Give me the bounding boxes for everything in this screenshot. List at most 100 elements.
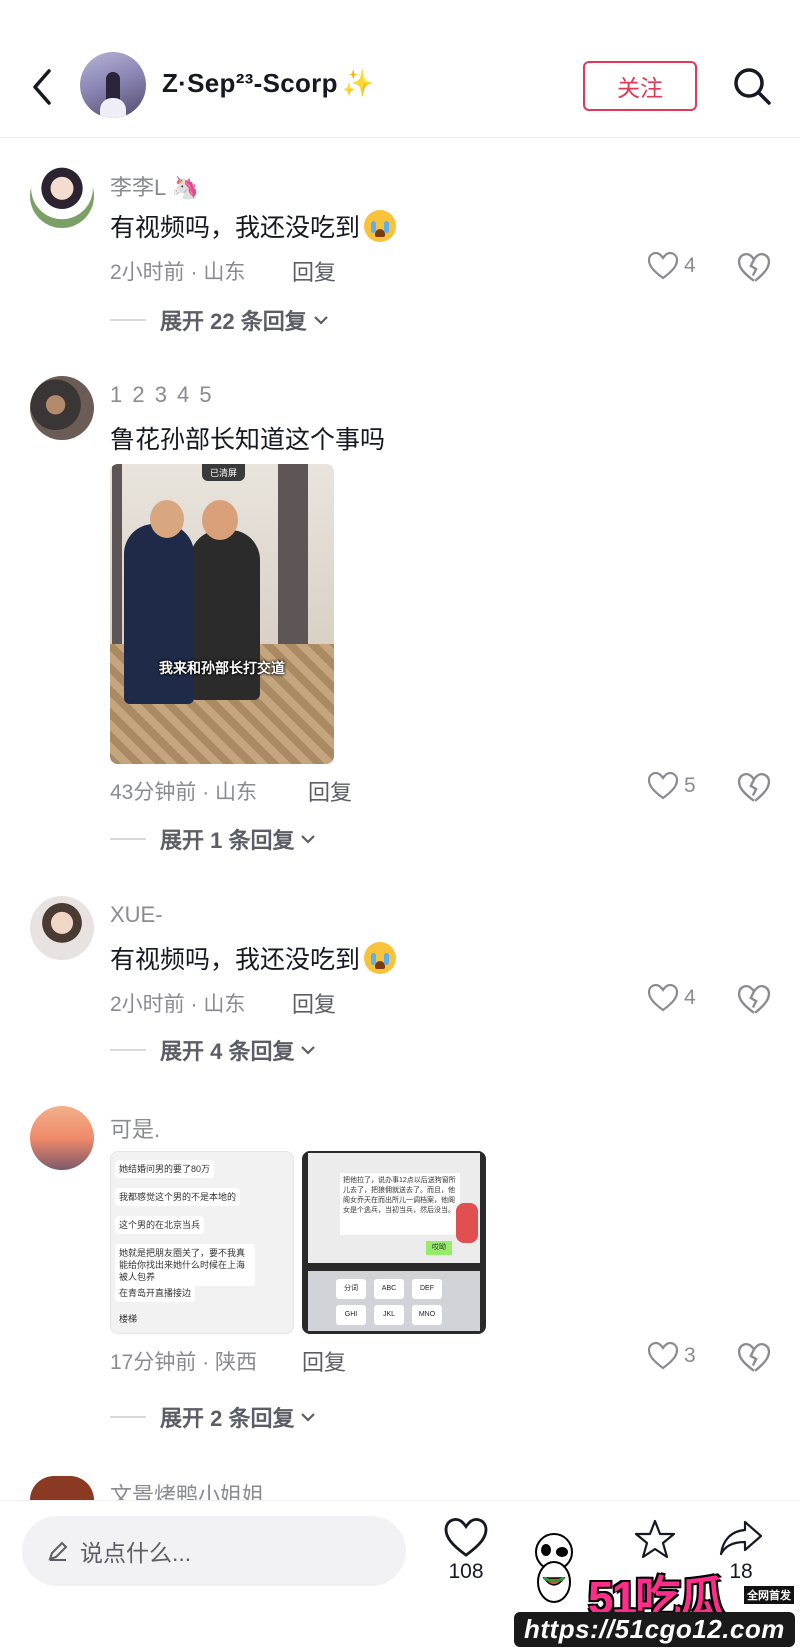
commenter-avatar[interactable] xyxy=(30,376,94,440)
comment-input-placeholder: 说点什么... xyxy=(80,1540,192,1566)
photo-caption: 我来和孙部长打交道 xyxy=(159,660,285,676)
comment-text-content: 有视频吗，我还没吃到 xyxy=(110,946,361,974)
expand-replies-label: 展开 1 条回复 xyxy=(160,828,295,853)
chevron-down-icon xyxy=(313,316,328,325)
like-button[interactable]: 5 xyxy=(648,772,696,800)
broken-heart-icon[interactable] xyxy=(738,772,770,804)
divider xyxy=(110,1049,146,1051)
comment-text: 鲁花孙部长知道这个事吗 xyxy=(110,426,386,454)
chat-message: 她结婚问男的要了80万 xyxy=(115,1160,215,1178)
divider xyxy=(110,838,146,840)
chevron-down-icon xyxy=(301,1413,316,1422)
divider xyxy=(110,1416,146,1418)
comment-meta: 17分钟前 · 陕西 xyxy=(110,1351,258,1374)
comment-meta: 2小时前 · 山东 xyxy=(110,993,246,1016)
keyboard-key: 分词 xyxy=(336,1279,366,1299)
like-button[interactable]: 4 xyxy=(648,984,696,1012)
heart-icon xyxy=(648,984,678,1012)
redaction-mark xyxy=(456,1203,478,1243)
expand-replies-label: 展开 4 条回复 xyxy=(160,1039,295,1064)
pencil-icon xyxy=(48,1541,68,1561)
heart-icon xyxy=(648,772,678,800)
search-button[interactable] xyxy=(730,64,774,108)
chevron-left-icon xyxy=(33,69,51,105)
like-button[interactable]: 4 xyxy=(648,252,696,280)
chat-message: 她就是把朋友圈关了，要不我真能给你找出来她什么时候在上海被人包养 xyxy=(115,1244,255,1286)
reply-button[interactable]: 回复 xyxy=(302,1345,346,1377)
heart-icon xyxy=(648,252,678,280)
broken-heart-icon[interactable] xyxy=(738,984,770,1016)
avatar-figure-dress xyxy=(100,98,126,118)
watermark-tag: 全网首发 xyxy=(744,1586,794,1604)
commenter-name-text: 李李L xyxy=(110,175,166,200)
photo-curtain xyxy=(278,464,308,664)
photo-person-head xyxy=(150,500,184,538)
comment-meta: 2小时前 · 山东 xyxy=(110,261,246,284)
chat-message: 楼梯 xyxy=(119,1314,138,1324)
chat-message: 这个男的在北京当兵 xyxy=(115,1216,205,1234)
expand-replies[interactable]: 展开 22 条回复 xyxy=(110,304,329,336)
comment-input[interactable]: 说点什么... xyxy=(22,1516,406,1586)
author-avatar[interactable] xyxy=(80,52,146,118)
back-button[interactable] xyxy=(22,62,62,112)
chat-screen: 把他拉了，说办事12点以后送狗窗所儿去了，把狼佣就送去了。而且，他阁女乔天在而出… xyxy=(308,1153,480,1263)
search-icon xyxy=(734,68,771,105)
broken-heart-icon[interactable] xyxy=(738,252,770,284)
author-name[interactable]: Z·Sep²³-Scorp ✨ xyxy=(162,68,374,99)
watermark-url: https://51cgo12.com xyxy=(514,1612,795,1647)
site-watermark: 51吃瓜 全网首发 https://51cgo12.com xyxy=(500,1520,800,1652)
commenter-name[interactable]: XUE- xyxy=(110,902,163,928)
commenter-avatar[interactable] xyxy=(30,896,94,960)
photo-person-head xyxy=(202,500,238,540)
keyboard: 分词 ABC DEF GHI JKL MNO xyxy=(308,1271,480,1331)
comment-photo[interactable]: 她结婚问男的要了80万 我都感觉这个男的不是本地的 这个男的在北京当兵 她就是把… xyxy=(110,1151,294,1334)
reply-button[interactable]: 回复 xyxy=(292,987,336,1019)
cow-mascot-icon xyxy=(535,1533,573,1603)
sparkle-icon: ✨ xyxy=(341,68,375,98)
top-bar: Z·Sep²³-Scorp ✨ 关注 xyxy=(0,0,800,138)
crying-emoji-icon xyxy=(364,942,397,974)
broken-heart-icon[interactable] xyxy=(738,1342,770,1374)
follow-button[interactable]: 关注 xyxy=(583,61,697,111)
comment-text-content: 有视频吗，我还没吃到 xyxy=(110,214,361,242)
chevron-down-icon xyxy=(301,1046,316,1055)
expand-replies[interactable]: 展开 2 条回复 xyxy=(110,1401,316,1433)
keyboard-key: ABC xyxy=(374,1279,404,1299)
comment-photo[interactable]: 已清屏 我来和孙部长打交道 xyxy=(110,464,334,764)
expand-replies-label: 展开 22 条回复 xyxy=(160,309,307,334)
like-count: 5 xyxy=(684,774,696,797)
keyboard-key: MNO xyxy=(412,1305,442,1325)
like-count: 4 xyxy=(684,986,696,1009)
comment-meta: 43分钟前 · 山东 xyxy=(110,781,258,804)
keyboard-key: DEF xyxy=(412,1279,442,1299)
post-like-count: 108 xyxy=(448,1560,484,1583)
chat-message: 我都感觉这个男的不是本地的 xyxy=(115,1188,241,1206)
comment-photo[interactable]: 把他拉了，说办事12点以后送狗窗所儿去了，把狼佣就送去了。而且，他阁女乔天在而出… xyxy=(302,1151,486,1334)
reply-button[interactable]: 回复 xyxy=(292,255,336,287)
expand-replies[interactable]: 展开 4 条回复 xyxy=(110,1034,316,1066)
expand-replies[interactable]: 展开 1 条回复 xyxy=(110,823,316,855)
commenter-name[interactable]: 1 2 3 4 5 xyxy=(110,382,214,408)
keyboard-key: GHI xyxy=(336,1305,366,1325)
keyboard-key: JKL xyxy=(374,1305,404,1325)
expand-replies-label: 展开 2 条回复 xyxy=(160,1406,295,1431)
heart-icon xyxy=(648,1342,678,1370)
heart-icon xyxy=(444,1518,488,1557)
commenter-avatar[interactable] xyxy=(30,1476,94,1500)
photo-badge: 已清屏 xyxy=(202,464,246,481)
author-name-text: Z·Sep²³-Scorp xyxy=(162,68,338,98)
like-post-button[interactable]: 108 xyxy=(431,1518,501,1584)
like-button[interactable]: 3 xyxy=(648,1342,696,1370)
commenter-avatar[interactable] xyxy=(30,1106,94,1170)
reply-button[interactable]: 回复 xyxy=(308,775,352,807)
commenter-avatar[interactable] xyxy=(30,164,94,228)
photo-curtain xyxy=(112,464,122,664)
like-count: 3 xyxy=(684,1344,696,1367)
commenter-name[interactable]: 可是. xyxy=(110,1112,160,1144)
chat-bubble-green: 哎呦 xyxy=(426,1241,452,1255)
comment-text: 有视频吗，我还没吃到 xyxy=(110,940,397,976)
commenter-name[interactable]: 李李L 🦄 xyxy=(110,170,199,202)
comment-text: 有视频吗，我还没吃到 xyxy=(110,208,397,244)
divider xyxy=(110,319,146,321)
chevron-down-icon xyxy=(301,835,316,844)
